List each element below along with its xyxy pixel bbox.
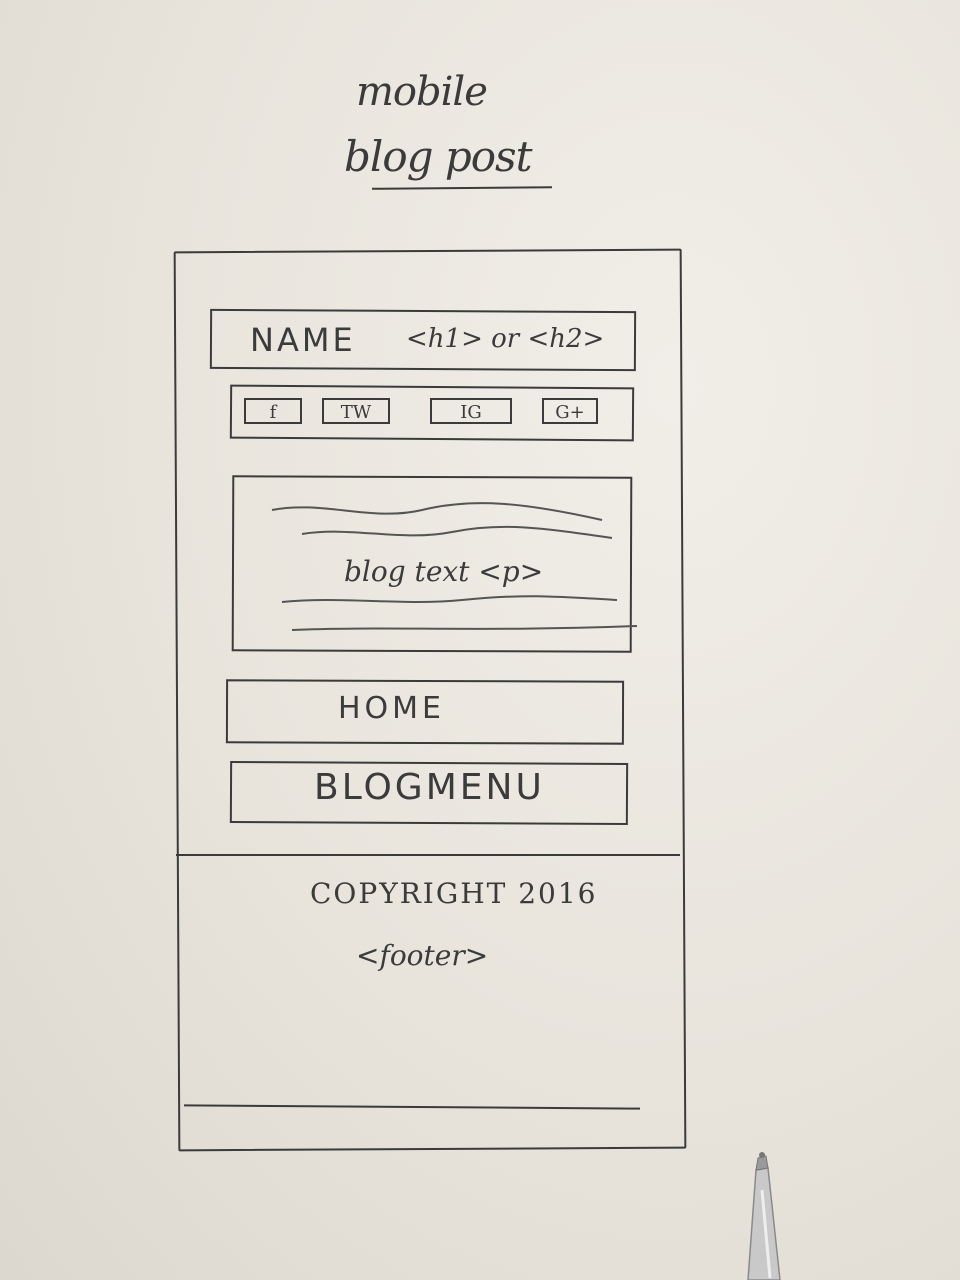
blog-text-note: blog text <p> — [344, 555, 544, 588]
site-name-label: NAME — [250, 321, 356, 359]
blog-menu-label: BLOGMENU — [314, 767, 545, 808]
google-plus-button[interactable]: G+ — [542, 398, 598, 424]
home-label: HOME — [338, 691, 446, 726]
sketch-title-line1: mobile — [356, 69, 488, 115]
heading-tags-note: <h1> or <h2> — [406, 324, 605, 354]
twitter-button[interactable]: TW — [322, 398, 390, 424]
title-underline — [371, 186, 553, 190]
pen-icon — [747, 1152, 781, 1280]
copyright-text: COPYRIGHT 2016 — [310, 877, 598, 910]
instagram-button[interactable]: IG — [430, 398, 512, 424]
footer-tag-note: <footer> — [356, 939, 489, 972]
footer-divider — [176, 854, 680, 856]
facebook-button[interactable]: f — [244, 398, 302, 424]
sketch-title-line2: blog post — [344, 132, 532, 181]
